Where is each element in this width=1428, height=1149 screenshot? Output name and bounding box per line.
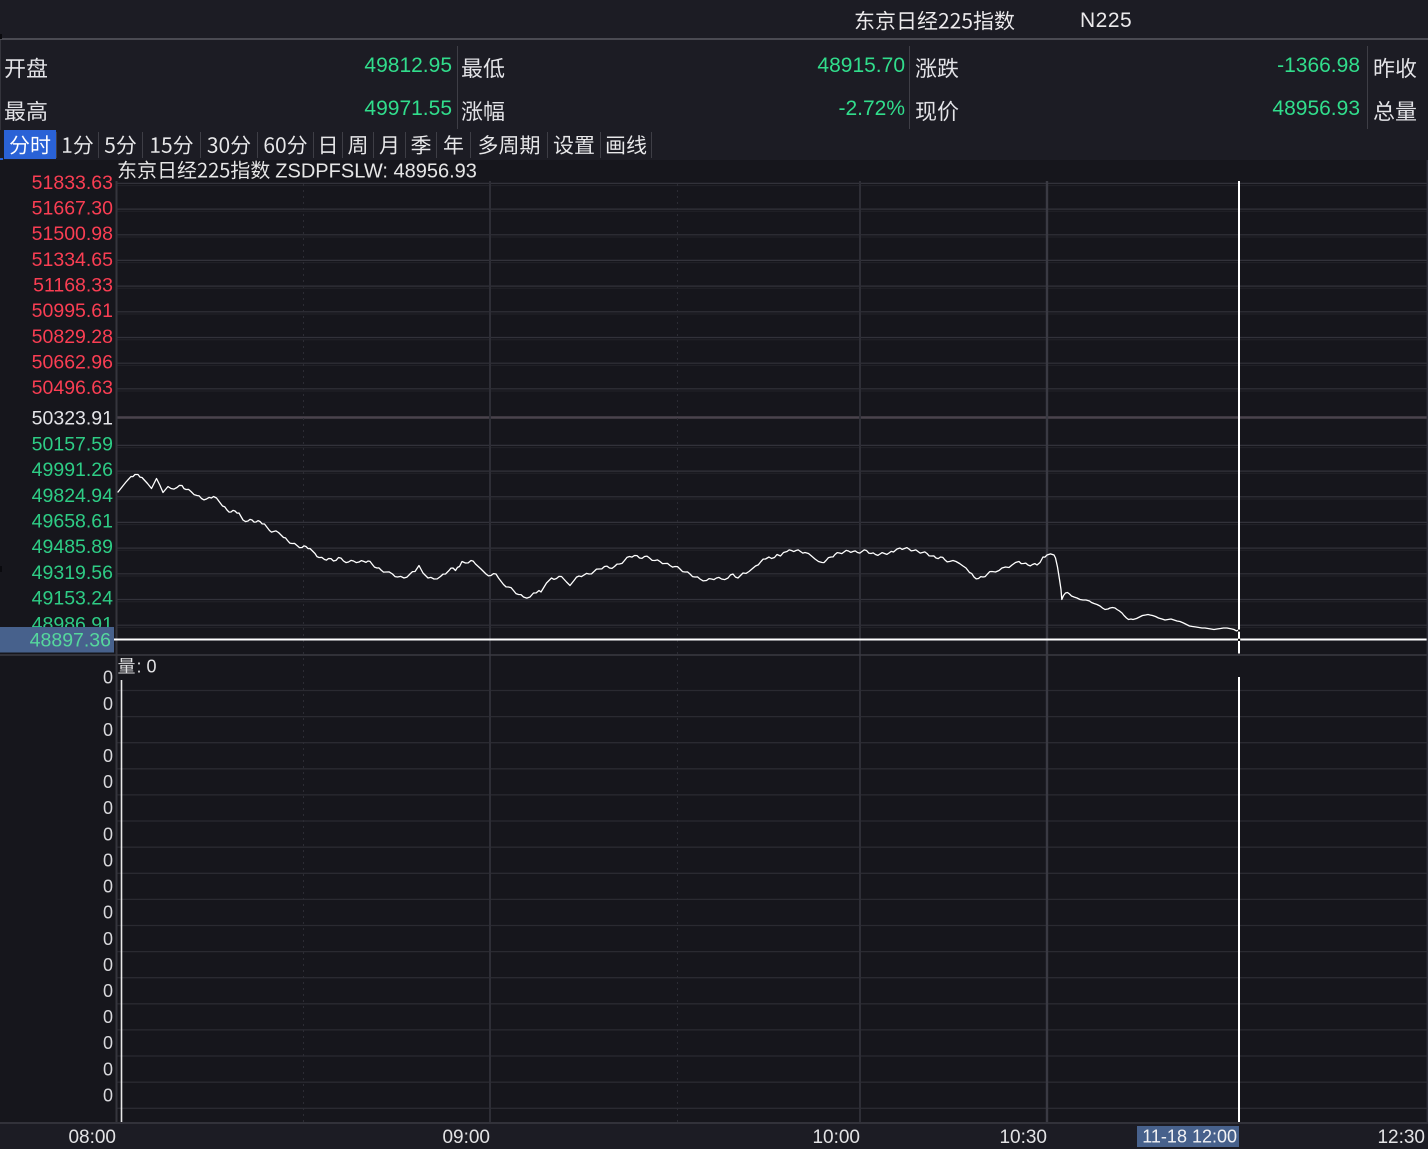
svg-text:50323.91: 50323.91 (32, 407, 113, 429)
svg-text:51667.30: 51667.30 (32, 198, 113, 220)
svg-text:51168.33: 51168.33 (33, 275, 113, 297)
svg-text:51334.65: 51334.65 (32, 249, 113, 271)
svg-text:: 0: : 0 (137, 657, 157, 677)
svg-text:12:30: 12:30 (1377, 1127, 1425, 1148)
svg-text:0: 0 (103, 1086, 113, 1106)
svg-text:49824.94: 49824.94 (32, 485, 113, 507)
svg-text:0: 0 (103, 981, 113, 1001)
svg-text:49319.56: 49319.56 (32, 562, 113, 584)
svg-text:0: 0 (103, 746, 113, 766)
svg-text:ZSDPFSLW: 48956.93: ZSDPFSLW: 48956.93 (275, 161, 477, 183)
svg-text:0: 0 (103, 668, 113, 688)
svg-text:0: 0 (103, 798, 113, 818)
svg-text:50662.96: 50662.96 (32, 352, 113, 374)
svg-text:0: 0 (103, 929, 113, 949)
svg-text:0: 0 (103, 955, 113, 975)
svg-text:10:00: 10:00 (812, 1127, 860, 1148)
svg-text:51833.63: 51833.63 (32, 172, 113, 194)
svg-text:0: 0 (103, 877, 113, 897)
svg-text:50829.28: 50829.28 (32, 326, 113, 348)
svg-text:50496.63: 50496.63 (32, 377, 113, 399)
svg-text:0: 0 (103, 694, 113, 714)
svg-text:49485.89: 49485.89 (32, 536, 113, 558)
svg-text:50995.61: 50995.61 (32, 300, 113, 322)
svg-text:49153.24: 49153.24 (32, 588, 113, 610)
svg-text:0: 0 (103, 1007, 113, 1027)
svg-text:10:30: 10:30 (999, 1127, 1047, 1148)
svg-text:49658.61: 49658.61 (32, 511, 113, 533)
svg-text:09:00: 09:00 (442, 1127, 490, 1148)
svg-text:08:00: 08:00 (68, 1127, 116, 1148)
svg-text:0: 0 (103, 772, 113, 792)
svg-text:0: 0 (103, 851, 113, 871)
svg-text:48897.36: 48897.36 (30, 630, 111, 652)
svg-text:0: 0 (103, 720, 113, 740)
svg-text:51500.98: 51500.98 (32, 223, 113, 245)
svg-text:0: 0 (103, 824, 113, 844)
svg-text:50157.59: 50157.59 (32, 434, 113, 456)
svg-text:49991.26: 49991.26 (32, 459, 113, 481)
svg-text:0: 0 (103, 903, 113, 923)
svg-text:0: 0 (103, 1059, 113, 1079)
svg-text:11-18 12:00: 11-18 12:00 (1142, 1127, 1237, 1147)
svg-text:0: 0 (103, 1033, 113, 1053)
